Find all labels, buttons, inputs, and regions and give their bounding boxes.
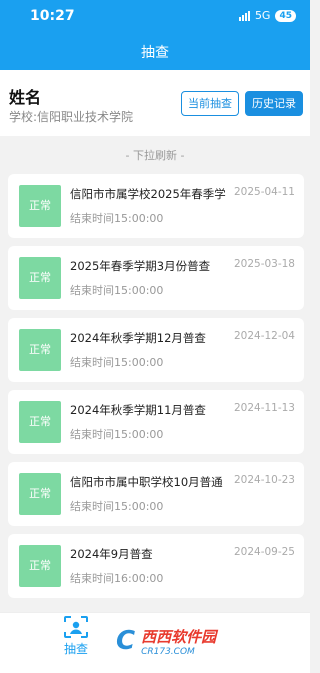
history-button[interactable]: 历史记录 [245, 91, 303, 116]
user-name: 姓名 [9, 88, 42, 107]
status-tag: 正常 [19, 329, 61, 371]
list-item[interactable]: 正常 2024年秋季学期11月普查 2024-11-13 结束时间15:00:0… [8, 390, 304, 454]
signal-icon [238, 10, 250, 21]
item-title: 2024年9月普查 [70, 547, 153, 561]
item-date: 2025-04-11 [233, 186, 295, 198]
item-end-time: 结束时间15:00:00 [70, 212, 164, 225]
item-end-time: 结束时间16:00:00 [70, 572, 164, 585]
tab-check[interactable]: 抽查 [58, 615, 94, 657]
item-date: 2024-11-13 [233, 402, 295, 414]
watermark-logo: C 西西软件园 CR173.COM [112, 618, 292, 664]
list-item[interactable]: 正常 2024年9月普查 2024-09-25 结束时间16:00:00 [8, 534, 304, 598]
watermark-title: 西西软件园 [141, 627, 217, 646]
battery-icon: 45 [275, 9, 296, 22]
list-item[interactable]: 正常 2025年春季学期3月份普查 2025-03-18 结束时间15:00:0… [8, 246, 304, 310]
item-date: 2024-10-23 [233, 474, 295, 486]
item-end-time: 结束时间15:00:00 [70, 356, 164, 369]
item-date: 2025-03-18 [233, 258, 295, 270]
scan-face-icon [58, 615, 94, 639]
item-title: 2024年秋季学期11月普查 [70, 403, 206, 417]
page-title: 抽查 [141, 45, 169, 61]
status-indicators: 5G 45 [238, 9, 296, 22]
tab-check-label: 抽查 [63, 642, 88, 656]
check-list: 正常 信阳市市属学校2025年春季学 2025-04-11 结束时间15:00:… [8, 174, 304, 606]
network-type: 5G [254, 9, 271, 22]
list-item[interactable]: 正常 信阳市市属学校2025年春季学 2025-04-11 结束时间15:00:… [8, 174, 304, 238]
list-item[interactable]: 正常 2024年秋季学期12月普查 2024-12-04 结束时间15:00:0… [8, 318, 304, 382]
item-date: 2024-12-04 [233, 330, 295, 342]
status-tag: 正常 [19, 401, 61, 443]
status-time: 10:27 [30, 8, 75, 24]
list-item[interactable]: 正常 信阳市市属中职学校10月普通 2024-10-23 结束时间15:00:0… [8, 462, 304, 526]
watermark-url: CR173.COM [141, 646, 195, 657]
item-title: 2025年春季学期3月份普查 [70, 259, 211, 273]
status-tag: 正常 [19, 185, 61, 227]
item-end-time: 结束时间15:00:00 [70, 500, 164, 513]
status-tag: 正常 [19, 257, 61, 299]
current-check-button[interactable]: 当前抽查 [181, 91, 239, 116]
school-name: 学校:信阳职业技术学院 [9, 110, 134, 124]
item-title: 2024年秋季学期12月普查 [70, 331, 206, 345]
item-end-time: 结束时间15:00:00 [70, 284, 164, 297]
item-end-time: 结束时间15:00:00 [70, 428, 164, 441]
item-title: 信阳市市属学校2025年春季学 [70, 187, 226, 201]
status-tag: 正常 [19, 473, 61, 515]
user-info-card: 姓名 学校:信阳职业技术学院 当前抽查 历史记录 [0, 70, 310, 136]
status-tag: 正常 [19, 545, 61, 587]
app-header: 10:27 5G 45 抽查 [0, 0, 310, 70]
watermark-mark: C [116, 626, 136, 656]
item-title: 信阳市市属中职学校10月普通 [70, 475, 223, 489]
pull-refresh-hint: - 下拉刷新 - [125, 149, 185, 162]
item-date: 2024-09-25 [233, 546, 295, 558]
